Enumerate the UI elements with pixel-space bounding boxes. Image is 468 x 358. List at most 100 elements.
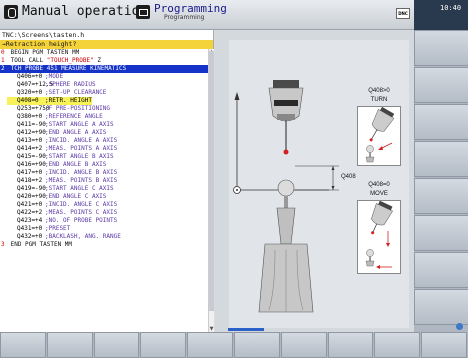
parameter-value[interactable]: Q412=+90 (7, 129, 46, 137)
move-caption-bottom: MOVE (370, 191, 388, 197)
line-number (0, 161, 7, 169)
mode-manual-operation[interactable]: Manual operation (4, 4, 147, 19)
vertical-softkey[interactable] (414, 67, 468, 103)
parameter-line[interactable]: Q431=+0 ;PRESET (0, 225, 213, 233)
softkey[interactable] (140, 332, 187, 358)
parameter-line[interactable]: Q411=-90 ;START ANGLE A AXIS (0, 121, 213, 129)
vertical-softkey[interactable] (414, 141, 468, 177)
line-number (0, 89, 7, 97)
parameter-comment: ;MEAS. POINTS A AXIS (45, 145, 118, 152)
parameter-comment: ;START ANGLE B AXIS (45, 153, 114, 160)
parameter-value[interactable]: Q411=-90 (7, 121, 46, 129)
softkey[interactable] (374, 332, 421, 358)
softkey[interactable] (46, 332, 93, 358)
parameter-value[interactable]: Q419=-90 (7, 185, 46, 193)
parameter-comment: ;SPHERE RADIUS (45, 81, 96, 88)
parameter-line[interactable]: Q408=0 ;RETR. HEIGHT (0, 97, 213, 105)
parameter-value[interactable]: Q415=-90 (7, 153, 46, 161)
vertical-softkey-bar (414, 30, 468, 332)
parameter-line[interactable]: Q412=+90 ;END ANGLE A AXIS (0, 129, 213, 137)
parameter-line[interactable]: Q417=+0 ;INCID. ANGLE B AXIS (0, 169, 213, 177)
parameter-value[interactable]: Q413=+0 (7, 137, 45, 145)
vertical-softkey[interactable] (414, 30, 468, 66)
softkey[interactable] (421, 332, 467, 358)
parameter-value[interactable]: Q407=+12.5 (7, 81, 53, 89)
parameter-line[interactable]: Q253=+750 ;F PRE-POSITIONING (0, 105, 213, 113)
parameter-line[interactable]: Q380=+0 ;REFERENCE ANGLE (0, 113, 213, 121)
program-line[interactable]: 0 BEGIN PGM TASTEN MM (0, 49, 213, 57)
help-graphic-panel: Q408 Q408>0 TURN Q408=0 MOVE (229, 40, 409, 328)
parameter-line[interactable]: Q407=+12.5 ;SPHERE RADIUS (0, 81, 213, 89)
softkey[interactable] (280, 332, 327, 358)
softkey[interactable] (327, 332, 374, 358)
parameter-value[interactable]: Q253=+750 (7, 105, 50, 113)
parameter-comment: ;MODE (45, 73, 64, 80)
vertical-softkey[interactable] (414, 252, 468, 288)
dnc-icon[interactable]: DNC (396, 8, 410, 19)
parameter-line[interactable]: Q432=+0 ;BACKLASH, ANG. RANGE (0, 233, 213, 241)
parameter-value[interactable]: Q380=+0 (7, 113, 45, 121)
program-listing[interactable]: 0 BEGIN PGM TASTEN MM 1 TOOL CALL "TOUCH_… (0, 49, 213, 249)
line-number (0, 169, 7, 177)
parameter-value[interactable]: Q432=+0 (7, 233, 45, 241)
mode-left-label: Manual operation (22, 4, 148, 19)
parameter-line[interactable]: Q423=+4 ;NO. OF PROBE POINTS (0, 217, 213, 225)
parameter-comment: ;END ANGLE B AXIS (45, 161, 107, 168)
line-number (0, 81, 7, 89)
program-line[interactable]: 3 END PGM TASTEN MM (0, 241, 213, 249)
parameter-comment: ;SET-UP CLEARANCE (45, 89, 107, 96)
parameter-line[interactable]: Q415=-90 ;START ANGLE B AXIS (0, 153, 213, 161)
parameter-value[interactable]: Q418=+2 (7, 177, 45, 185)
softkey[interactable] (187, 332, 233, 358)
move-caption-top: Q408=0 (368, 182, 390, 188)
parameter-value[interactable]: Q408=0 (7, 97, 45, 105)
parameter-value[interactable]: Q420=+90 (7, 193, 46, 201)
vertical-softkey[interactable] (414, 289, 468, 325)
vertical-softkey[interactable] (414, 215, 468, 251)
parameter-value[interactable]: Q320=+0 (7, 89, 45, 97)
line-number (0, 209, 7, 217)
turn-probe-icon (365, 106, 395, 163)
mode-right-sublabel: Programming (164, 14, 205, 21)
parameter-line[interactable]: Q421=+0 ;INCID. ANGLE C AXIS (0, 201, 213, 209)
parameter-value[interactable]: Q423=+4 (7, 217, 45, 225)
line-number (0, 225, 7, 233)
parameter-line[interactable]: Q414=+2 ;MEAS. POINTS A AXIS (0, 145, 213, 153)
parameter-value[interactable]: Q417=+0 (7, 169, 45, 177)
parameter-line[interactable]: Q406=+0 ;MODE (0, 73, 213, 81)
parameter-value[interactable]: Q422=+2 (7, 209, 45, 217)
vertical-softkey[interactable] (414, 104, 468, 140)
line-text: BEGIN PGM TASTEN MM (7, 49, 80, 56)
parameter-value[interactable]: Q431=+0 (7, 225, 45, 233)
program-line[interactable]: 2 TCH PROBE 451 MEASURE KINEMATICS (0, 65, 213, 73)
parameter-line[interactable]: Q416=+90 ;END ANGLE B AXIS (0, 161, 213, 169)
softkey[interactable] (93, 332, 140, 358)
parameter-comment: ;F PRE-POSITIONING (45, 105, 111, 112)
help-graphic-area: Q408 Q408>0 TURN Q408=0 MOVE (215, 30, 414, 332)
softkey[interactable] (233, 332, 280, 358)
mode-programming[interactable]: Programming Programming (136, 3, 227, 21)
parameter-value[interactable]: Q414=+2 (7, 145, 45, 153)
parameter-line[interactable]: Q320=+0 ;SET-UP CLEARANCE (0, 89, 213, 97)
parameter-line[interactable]: Q422=+2 ;MEAS. POINTS C AXIS (0, 209, 213, 217)
q408-dimension-label: Q408 (341, 174, 356, 180)
parameter-line[interactable]: Q418=+2 ;MEAS. POINTS B AXIS (0, 177, 213, 185)
progress-indicator (228, 328, 264, 331)
softkey[interactable] (0, 332, 46, 358)
editor-scrollbar[interactable]: ▲ ▼ (208, 49, 214, 332)
mode-right-label: Programming (154, 2, 227, 15)
parameter-line[interactable]: Q413=+0 ;INCID. ANGLE A AXIS (0, 137, 213, 145)
parameter-comment: ;BACKLASH, ANG. RANGE (45, 233, 121, 240)
program-line[interactable]: 1 TOOL CALL "TOUCH_PROBE" Z (0, 57, 213, 65)
parameter-comment: ;RETR. HEIGHT (45, 97, 92, 105)
line-text: TCH PROBE 451 MEASURE KINEMATICS (7, 65, 127, 72)
parameter-value[interactable]: Q406=+0 (7, 73, 45, 81)
parameter-line[interactable]: Q420=+90 ;END ANGLE C AXIS (0, 193, 213, 201)
parameter-value[interactable]: Q421=+0 (7, 201, 45, 209)
parameter-line[interactable]: Q419=-90 ;START ANGLE C AXIS (0, 185, 213, 193)
vertical-softkey[interactable] (414, 178, 468, 214)
move-illustration-box (357, 200, 401, 274)
parameter-value[interactable]: Q416=+90 (7, 161, 46, 169)
scroll-thumb[interactable] (209, 51, 214, 311)
line-number (0, 217, 7, 225)
